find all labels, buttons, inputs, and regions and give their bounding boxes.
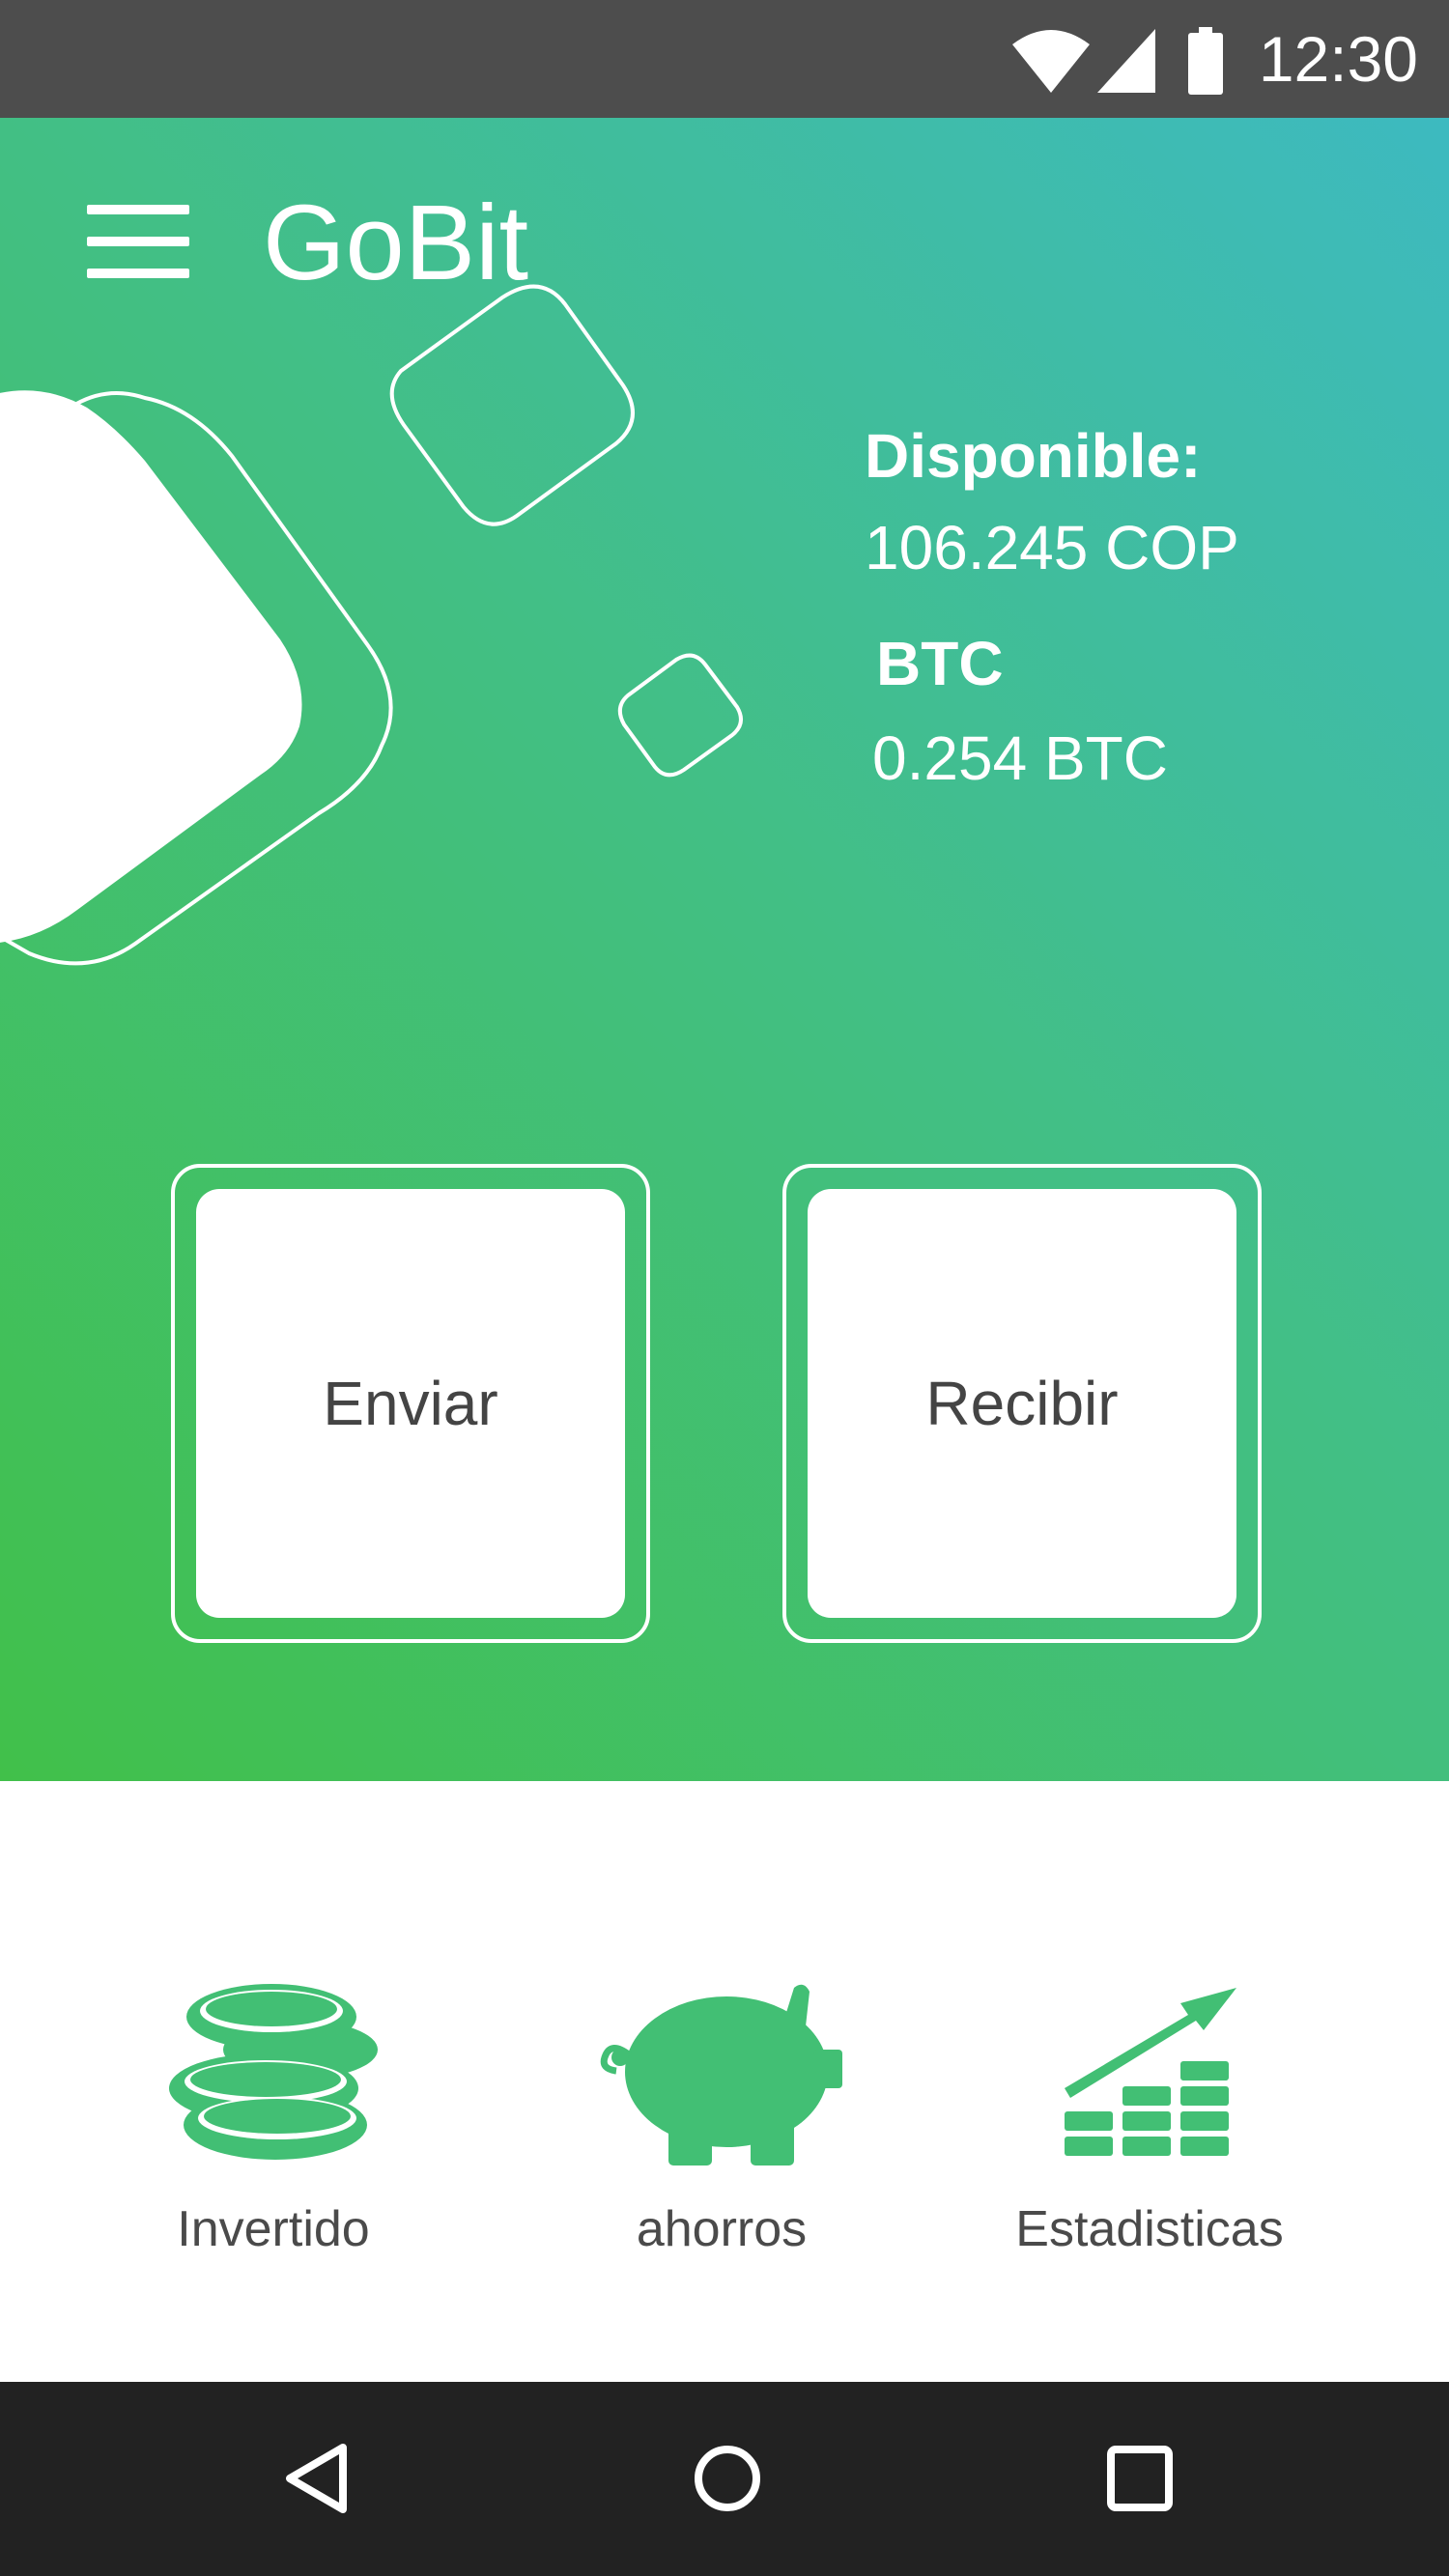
available-label: Disponible: bbox=[865, 421, 1202, 491]
menu-item-estadisticas[interactable]: Estadisticas bbox=[976, 1980, 1323, 2270]
recents-icon[interactable] bbox=[1092, 2430, 1188, 2527]
wifi-icon bbox=[1012, 30, 1090, 93]
hero-panel: GoBit Disponible: 106.245 COP BTC 0.254 … bbox=[0, 118, 1449, 1781]
status-time: 12:30 bbox=[1258, 23, 1418, 95]
decorative-shapes bbox=[0, 284, 743, 966]
btc-value: 0.254 BTC bbox=[872, 723, 1168, 793]
receive-button-label: Recibir bbox=[808, 1189, 1236, 1618]
menu-item-ahorros[interactable]: ahorros bbox=[548, 1980, 895, 2270]
menu-item-invertido[interactable]: Invertido bbox=[99, 1980, 447, 2270]
back-icon[interactable] bbox=[270, 2430, 367, 2527]
btc-label: BTC bbox=[876, 629, 1004, 698]
send-button[interactable]: Enviar bbox=[171, 1164, 650, 1643]
statistics-icon bbox=[1065, 1988, 1236, 2156]
piggy-bank-icon bbox=[600, 1984, 842, 2166]
send-button-label: Enviar bbox=[196, 1189, 625, 1618]
battery-icon bbox=[1188, 27, 1223, 95]
signal-icon bbox=[1097, 29, 1155, 93]
app-title: GoBit bbox=[263, 184, 529, 302]
status-bar: 12:30 bbox=[0, 0, 1449, 118]
home-icon[interactable] bbox=[679, 2430, 776, 2527]
menu-item-label: ahorros bbox=[636, 2201, 808, 2257]
hamburger-menu-icon[interactable] bbox=[87, 205, 189, 278]
receive-button[interactable]: Recibir bbox=[782, 1164, 1262, 1643]
system-nav-bar bbox=[0, 2382, 1449, 2576]
coins-icon bbox=[169, 1984, 378, 2160]
menu-item-label: Invertido bbox=[177, 2201, 370, 2257]
menu-item-label: Estadisticas bbox=[1015, 2201, 1284, 2257]
available-value: 106.245 COP bbox=[865, 513, 1239, 582]
